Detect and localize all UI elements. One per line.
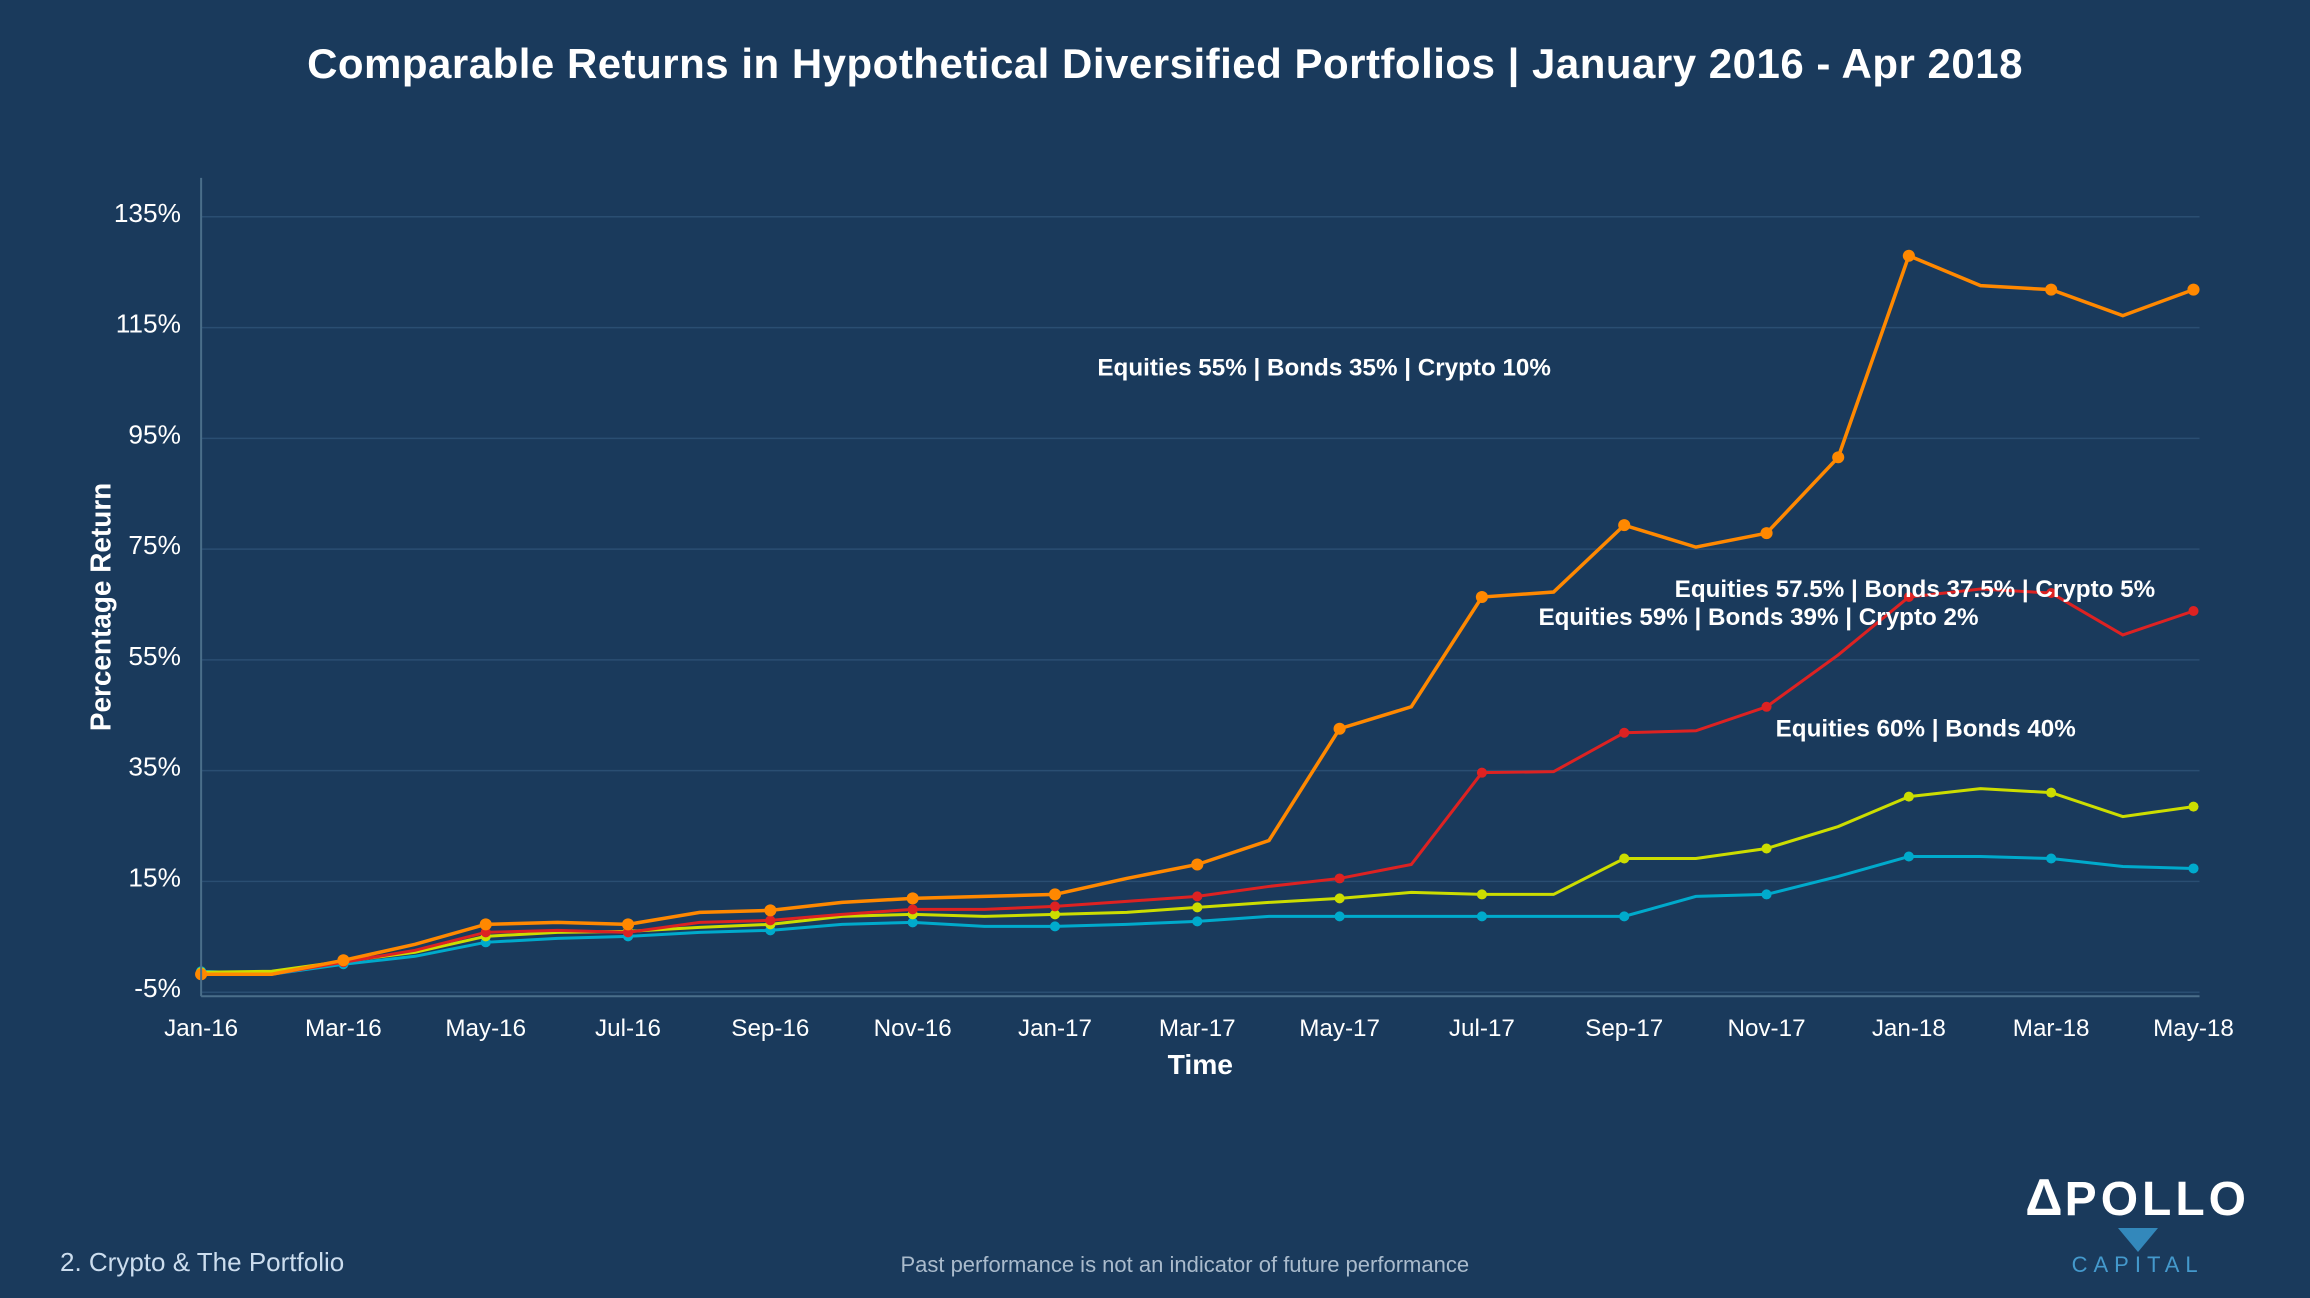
svg-text:Mar-17: Mar-17: [1159, 1015, 1236, 1042]
svg-text:Equities 60% | Bonds 40%: Equities 60% | Bonds 40%: [1776, 716, 2076, 743]
chart-title: Comparable Returns in Hypothetical Diver…: [80, 40, 2250, 88]
svg-text:Jul-17: Jul-17: [1449, 1015, 1515, 1042]
svg-text:135%: 135%: [114, 198, 181, 228]
svg-text:Equities 59% | Bonds 39% | Cry: Equities 59% | Bonds 39% | Crypto 2%: [1538, 604, 1978, 631]
svg-text:55%: 55%: [128, 641, 180, 671]
svg-text:-5%: -5%: [134, 973, 181, 1003]
svg-text:Equities 55% | Bonds 35% | Cry: Equities 55% | Bonds 35% | Crypto 10%: [1097, 355, 1551, 382]
line-yellow: [201, 789, 2193, 973]
svg-text:Mar-16: Mar-16: [305, 1015, 382, 1042]
svg-text:Equities 57.5% | Bonds 37.5% |: Equities 57.5% | Bonds 37.5% | Crypto 5%: [1675, 576, 2155, 603]
chart-svg: -5% 15% 35% 55% 75% 95% 115% 135% Percen…: [80, 118, 2250, 1096]
svg-text:Sep-16: Sep-16: [731, 1015, 809, 1042]
line-cyan: [201, 856, 2193, 974]
svg-text:Jul-16: Jul-16: [595, 1015, 661, 1042]
svg-text:Time: Time: [1168, 1049, 1233, 1080]
apollo-logo-text: ΔPOLLO: [2025, 1168, 2250, 1228]
svg-text:May-16: May-16: [445, 1015, 526, 1042]
svg-text:Jan-16: Jan-16: [164, 1015, 238, 1042]
chart-area: -5% 15% 35% 55% 75% 95% 115% 135% Percen…: [80, 118, 2250, 1096]
svg-text:Jan-17: Jan-17: [1018, 1015, 1092, 1042]
footer: 2. Crypto & The Portfolio Past performan…: [60, 1168, 2250, 1278]
svg-text:95%: 95%: [128, 419, 180, 449]
svg-text:35%: 35%: [128, 752, 180, 782]
svg-text:Nov-16: Nov-16: [874, 1015, 952, 1042]
svg-text:May-17: May-17: [1299, 1015, 1380, 1042]
apollo-triangle: [2118, 1228, 2158, 1252]
svg-text:Sep-17: Sep-17: [1585, 1015, 1663, 1042]
footer-center-text: Past performance is not an indicator of …: [344, 1252, 2025, 1278]
svg-text:75%: 75%: [128, 530, 180, 560]
apollo-logo: ΔPOLLO CAPITAL: [2025, 1168, 2250, 1278]
svg-text:115%: 115%: [116, 309, 181, 339]
main-container: Comparable Returns in Hypothetical Diver…: [0, 0, 2310, 1298]
svg-text:May-18: May-18: [2153, 1015, 2234, 1042]
svg-text:15%: 15%: [128, 863, 180, 893]
footer-left-text: 2. Crypto & The Portfolio: [60, 1247, 344, 1278]
svg-text:Percentage Return: Percentage Return: [85, 483, 116, 731]
svg-text:Nov-17: Nov-17: [1728, 1015, 1806, 1042]
apollo-capital-text: CAPITAL: [2025, 1252, 2250, 1278]
svg-text:Jan-18: Jan-18: [1872, 1015, 1946, 1042]
svg-text:Mar-18: Mar-18: [2013, 1015, 2090, 1042]
